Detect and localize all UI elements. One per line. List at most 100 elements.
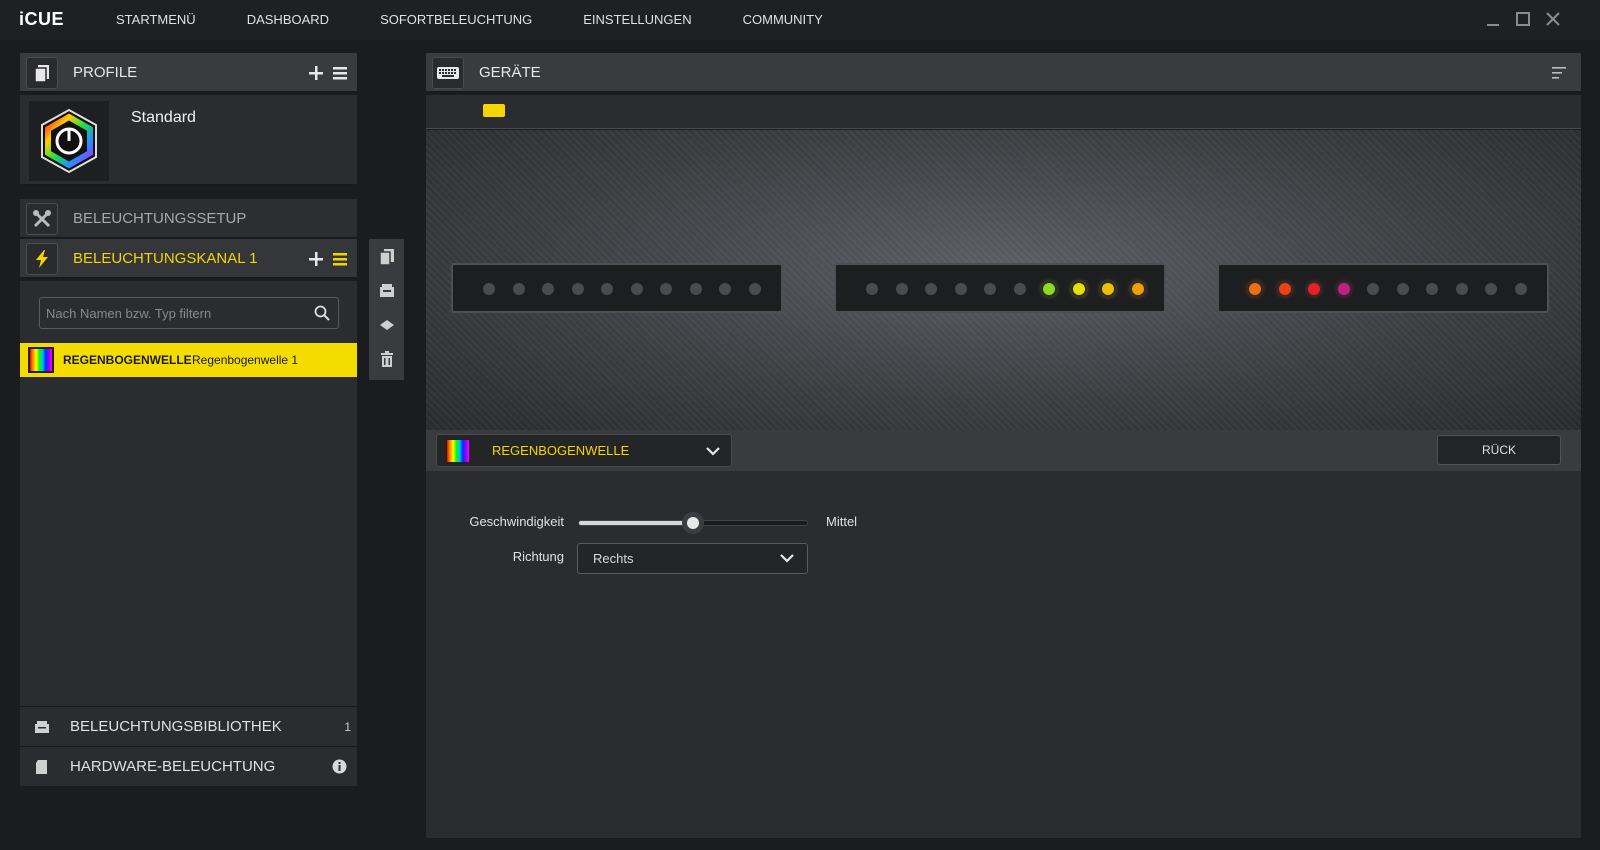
profile-card-standard[interactable]: Standard xyxy=(20,95,357,186)
lighting-library-label: BELEUCHTUNGSBIBLIOTHEK xyxy=(70,718,282,735)
nav-startmenu[interactable]: STARTMENÜ xyxy=(100,0,212,40)
speed-slider[interactable] xyxy=(578,512,808,534)
led xyxy=(1278,283,1291,295)
library-count: 1 xyxy=(344,720,351,734)
lighting-library-row[interactable]: BELEUCHTUNGSBIBLIOTHEK 1 xyxy=(20,706,357,746)
profile-logo xyxy=(29,101,109,181)
led xyxy=(866,283,878,295)
app-logo: iCUE xyxy=(19,9,65,29)
led xyxy=(1131,283,1144,295)
effect-type-dropdown[interactable]: REGENBOGENWELLE xyxy=(436,434,732,467)
trash-icon[interactable] xyxy=(377,349,397,369)
nav-community[interactable]: COMMUNITY xyxy=(727,0,839,40)
info-icon[interactable] xyxy=(332,759,347,778)
selected-effect-label: REGENBOGENWELLE xyxy=(492,443,630,458)
led xyxy=(1013,283,1026,295)
back-button[interactable]: RÜCK xyxy=(1437,435,1561,465)
nav-settings[interactable]: EINSTELLUNGEN xyxy=(567,0,707,40)
effect-settings: Geschwindigkeit Mittel Richtung Rechts xyxy=(426,471,1581,838)
led xyxy=(954,283,967,295)
library-icon xyxy=(34,719,50,735)
led xyxy=(1367,283,1379,295)
led xyxy=(1455,283,1468,295)
effect-filter xyxy=(39,297,339,329)
led xyxy=(483,283,495,295)
profiles-icon xyxy=(26,57,58,89)
chevron-down-icon xyxy=(705,443,721,459)
profile-name: Standard xyxy=(131,109,196,126)
copy-icon[interactable] xyxy=(377,247,397,267)
led xyxy=(512,283,525,295)
led xyxy=(1426,283,1438,295)
rainbow-effect-icon xyxy=(445,438,471,464)
effect-name: Regenbogenwelle 1 xyxy=(192,353,299,367)
profiles-title: PROFILE xyxy=(73,64,138,81)
tools-icon xyxy=(26,203,58,235)
led xyxy=(1043,283,1055,295)
device-tabs xyxy=(426,95,1581,129)
led xyxy=(542,283,554,295)
speed-slider-fill xyxy=(579,521,693,525)
direction-dropdown[interactable]: Rechts xyxy=(577,543,808,574)
search-icon[interactable] xyxy=(314,305,330,321)
led-strip-2[interactable] xyxy=(834,263,1166,313)
effect-editor-bar: REGENBOGENWELLE RÜCK xyxy=(426,430,1581,471)
speed-slider-thumb[interactable] xyxy=(682,512,704,534)
device-preview xyxy=(426,130,1581,430)
led xyxy=(1102,283,1114,295)
devices-menu-icon[interactable] xyxy=(1549,63,1569,83)
effect-type: REGENBOGENWELLE xyxy=(63,353,192,367)
minimize-icon[interactable] xyxy=(1484,10,1502,28)
nav-dashboard[interactable]: DASHBOARD xyxy=(231,0,345,40)
lighting-channel-title: BELEUCHTUNGSKANAL 1 xyxy=(73,250,258,267)
led xyxy=(1249,283,1261,295)
chevron-down-icon xyxy=(779,550,795,566)
close-icon[interactable] xyxy=(1544,10,1562,28)
led xyxy=(1308,283,1320,295)
channel-menu-icon[interactable] xyxy=(330,249,350,269)
led xyxy=(984,283,996,295)
add-profile-button[interactable] xyxy=(306,63,326,83)
hardware-lighting-row[interactable]: HARDWARE-BELEUCHTUNG xyxy=(20,746,357,786)
lighting-channel-header: BELEUCHTUNGSKANAL 1 xyxy=(20,239,357,279)
devices-title: GERÄTE xyxy=(479,64,541,81)
add-effect-button[interactable] xyxy=(306,249,326,269)
led xyxy=(895,283,908,295)
devices-header: GERÄTE xyxy=(426,53,1581,93)
rainbow-effect-icon xyxy=(28,347,54,373)
led xyxy=(1337,283,1350,295)
led xyxy=(601,283,613,295)
led xyxy=(1396,283,1409,295)
layers-icon[interactable] xyxy=(377,315,397,335)
sd-card-icon xyxy=(34,759,50,775)
main-nav: STARTMENÜ DASHBOARD SOFORTBELEUCHTUNG EI… xyxy=(100,0,858,40)
lighting-setup-title: BELEUCHTUNGSSETUP xyxy=(73,210,247,227)
filter-input[interactable] xyxy=(46,298,306,328)
led xyxy=(925,283,937,295)
led-strip-1[interactable] xyxy=(451,263,783,313)
led xyxy=(748,283,761,295)
effect-list-item[interactable]: REGENBOGENWELLE Regenbogenwelle 1 xyxy=(20,343,357,377)
nav-instant-lighting[interactable]: SOFORTBELEUCHTUNG xyxy=(364,0,548,40)
maximize-icon[interactable] xyxy=(1514,10,1532,28)
led xyxy=(1514,283,1527,295)
library-icon[interactable] xyxy=(377,281,397,301)
profiles-header: PROFILE xyxy=(20,53,357,93)
device-tab-selected[interactable] xyxy=(483,104,505,117)
led xyxy=(1485,283,1497,295)
led xyxy=(571,283,584,295)
led xyxy=(1072,283,1085,295)
direction-label: Richtung xyxy=(512,549,564,564)
speed-label: Geschwindigkeit xyxy=(469,514,564,529)
profiles-menu-icon[interactable] xyxy=(330,63,350,83)
lighting-setup-header[interactable]: BELEUCHTUNGSSETUP xyxy=(20,199,357,239)
speed-value: Mittel xyxy=(826,514,858,529)
led xyxy=(719,283,731,295)
led xyxy=(689,283,702,295)
title-bar: iCUE STARTMENÜ DASHBOARD SOFORTBELEUCHTU… xyxy=(0,0,1600,40)
led-strip-3[interactable] xyxy=(1217,263,1549,313)
direction-value: Rechts xyxy=(593,551,634,566)
effect-list-panel: REGENBOGENWELLE Regenbogenwelle 1 xyxy=(20,281,357,706)
led xyxy=(630,283,643,295)
lightning-icon xyxy=(26,243,58,275)
